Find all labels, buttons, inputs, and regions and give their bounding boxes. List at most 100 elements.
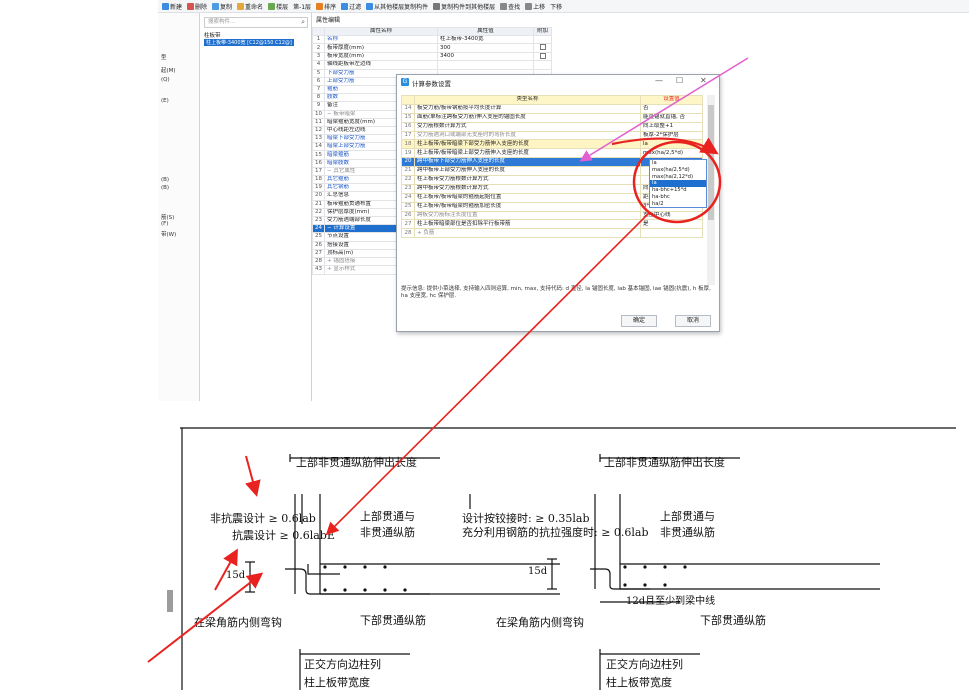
value-dropdown-list[interactable]: la max(ha/2,5*d) max(ha/2,12*d) la ha-bhc+15…	[649, 159, 707, 208]
property-name: 轴线距板带左边线	[324, 60, 438, 70]
toolbar-item-8[interactable]: 从其他楼层复制构件	[366, 2, 428, 11]
setting-row[interactable]: 27 柱上板带暗梁部位是否扣除平行板带筋是	[401, 219, 703, 230]
toolbar-item-11[interactable]: 上移	[525, 2, 545, 11]
left-panel-item[interactable]: 带(W)	[161, 230, 176, 238]
minimize-icon[interactable]: —	[655, 76, 663, 85]
right-corner-hook-label: 在梁角筋内侧弯钩	[496, 616, 584, 629]
toolbar-item-5[interactable]: 第-1层	[293, 2, 311, 11]
filter-icon	[316, 2, 324, 10]
close-icon[interactable]: ✕	[700, 76, 707, 85]
left-panel-item[interactable]: (E)	[161, 98, 169, 104]
row-number: 8	[312, 93, 325, 103]
toolbar-item-7[interactable]: 过滤	[341, 2, 361, 11]
toolbar-item-9[interactable]: 复制构件到其他楼层	[433, 2, 495, 11]
dialog-scrollbar[interactable]	[707, 95, 715, 285]
row-number: 28	[312, 257, 325, 267]
left-hook-15d: 15d	[226, 570, 246, 581]
setting-row[interactable]: 26 跨板受力筋标注长度位置 支座中心线	[401, 210, 703, 221]
setting-row[interactable]: 14 板受力筋/板带钢筋按平均长度计算否	[401, 103, 703, 114]
setting-row[interactable]: 16 受力筋根数计算方式 向上取整+1	[401, 121, 703, 132]
dialog-hint: 提示信息: 提供小菜选择, 支持输入四则运算, min, max, 支持代码: …	[401, 286, 711, 299]
delete-icon	[187, 2, 195, 10]
toolbar-item-12[interactable]: 下移	[550, 2, 562, 11]
left-panel-item[interactable]: 筋(S)	[161, 213, 174, 221]
copy-icon	[212, 2, 220, 10]
toolbar-item-label: 复制构件到其他楼层	[441, 3, 496, 11]
row-number: 20	[312, 191, 325, 201]
setting-number: 25	[401, 201, 415, 212]
dropdown-option[interactable]: la	[650, 180, 706, 188]
row-number: 23	[312, 215, 325, 226]
dropdown-option[interactable]: ha-bhc	[650, 194, 706, 201]
dialog-title: 计算参数设置	[412, 80, 451, 88]
setting-row[interactable]: 18 柱上板带/板带暗梁下部受力筋伸入支座的长度 la	[401, 139, 703, 150]
add-checkbox[interactable]	[539, 53, 546, 59]
setting-value[interactable]: 是	[640, 219, 703, 230]
left-panel-item[interactable]: (F)	[161, 221, 168, 227]
dropdown-option[interactable]: ha/2	[650, 201, 706, 208]
property-name: 板带宽度(mm)	[324, 51, 438, 62]
property-row[interactable]: 2 板带厚度(mm) 300	[312, 43, 552, 53]
row-number: 14	[312, 142, 325, 152]
ok-button[interactable]: 确定	[621, 315, 657, 327]
row-number: 22	[312, 207, 325, 217]
setting-name: 柱上板带暗梁部位是否扣除平行板带筋	[414, 219, 641, 230]
dropdown-option[interactable]: max(ha/2,5*d)	[650, 167, 706, 174]
setting-name: 受力筋遇洞口或端部无支座时的弯折长度	[414, 130, 641, 141]
row-number: 19	[312, 183, 325, 193]
component-search-input[interactable]: 搜索构件... ⌕	[204, 17, 308, 28]
dropdown-option[interactable]: max(ha/2,12*d)	[650, 174, 706, 181]
property-add-cell	[533, 35, 552, 45]
maximize-icon[interactable]: ☐	[676, 76, 683, 85]
toolbar-item-4[interactable]: 楼层	[268, 2, 288, 11]
toolbar-item-2[interactable]: 复制	[212, 2, 232, 11]
setting-value[interactable]	[640, 228, 703, 239]
setting-value[interactable]: la	[640, 139, 703, 150]
property-value[interactable]: 300	[437, 43, 534, 53]
scrollbar-thumb[interactable]	[708, 105, 714, 220]
setting-value[interactable]: 能直锚就直锚, 否	[640, 112, 703, 123]
header-value: 属性值	[437, 26, 534, 37]
property-value[interactable]	[437, 60, 534, 70]
toolbar-item-6[interactable]: 排序	[316, 2, 336, 11]
dialog-header-num	[401, 95, 415, 105]
setting-value[interactable]: 向上取整+1	[640, 121, 703, 132]
toolbar-item-label: 上移	[533, 3, 546, 11]
toolbar-item-label: 过滤	[349, 3, 362, 11]
toolbar-item-10[interactable]: 查找	[500, 2, 520, 11]
left-panel-item[interactable]: (B)	[161, 177, 169, 183]
dropdown-option[interactable]: la	[650, 160, 706, 167]
property-row[interactable]: 4 轴线距板带左边线	[312, 60, 552, 70]
toolbar-item-3[interactable]: 重命名	[237, 2, 263, 11]
setting-row[interactable]: 17 受力筋遇洞口或端部无支座时的弯折长度 板厚-2*保护层	[401, 130, 703, 141]
setting-row[interactable]: 19 柱上板带/板带暗梁上部受力筋伸入支座的长度 max(ha/2,5*d)	[401, 148, 703, 159]
toolbar-item-0[interactable]: 新建	[162, 2, 182, 11]
left-panel-item[interactable]: 起(M)	[161, 66, 176, 74]
tree-item-root[interactable]: 柱板带	[204, 31, 221, 39]
setting-value[interactable]: 否	[640, 103, 703, 114]
toolbar: 新建 删除 复制 重命名 楼层 第-1层 排序 过滤 从其他楼层复制构件 复制构件到其他楼层 查找 上…	[158, 0, 969, 13]
search-icon[interactable]: ⌕	[301, 18, 305, 27]
toolbar-item-label: 重命名	[245, 3, 264, 11]
setting-value[interactable]: 支座中心线	[640, 210, 703, 221]
dropdown-option[interactable]: ha-bhc+15*d	[650, 187, 706, 194]
left-panel-item[interactable]: (B)	[161, 185, 169, 191]
left-panel-item[interactable]: (Q)	[161, 77, 170, 83]
property-row[interactable]: 3 板带宽度(mm) 3400	[312, 51, 552, 62]
tree-item-selected[interactable]: 柱上板带-3400宽 [C12@150 C12@]	[204, 39, 294, 46]
row-number: 3	[312, 51, 325, 62]
right-full-strength-label: 充分利用钢筋的抗拉强度时: ≥ 0.6lab	[462, 526, 649, 539]
left-panel-item[interactable]: 型	[161, 53, 167, 61]
property-row[interactable]: 1 名称 柱上板带-3400宽	[312, 35, 552, 45]
property-value[interactable]: 柱上板带-3400宽	[437, 35, 534, 45]
cancel-button[interactable]: 取消	[675, 315, 711, 327]
setting-value[interactable]: max(ha/2,5*d)	[640, 148, 703, 159]
toolbar-item-1[interactable]: 删除	[187, 2, 207, 11]
setting-row[interactable]: 28 + 负筋	[401, 228, 703, 239]
setting-name: + 负筋	[414, 228, 641, 239]
page-scroll-marker[interactable]	[167, 590, 173, 612]
add-checkbox[interactable]	[539, 44, 546, 51]
setting-row[interactable]: 15 面筋(单标注跨板受力筋)伸入支座的锚固长度 能直锚就直锚, 否	[401, 112, 703, 123]
setting-value[interactable]: 板厚-2*保护层	[640, 130, 703, 141]
property-value[interactable]: 3400	[437, 51, 534, 62]
